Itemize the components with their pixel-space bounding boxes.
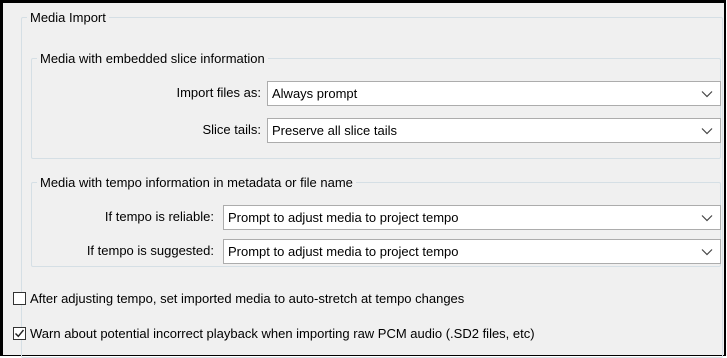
slice-tails-dropdown[interactable]: Preserve all slice tails [267, 118, 721, 143]
slice-info-title: Media with embedded slice information [40, 51, 265, 66]
media-import-title: Media Import [30, 10, 106, 25]
auto-stretch-label: After adjusting tempo, set imported medi… [30, 290, 465, 306]
auto-stretch-checkbox[interactable] [13, 291, 26, 305]
chevron-down-icon [700, 206, 714, 229]
if-tempo-suggested-value: Prompt to adjust media to project tempo [228, 244, 459, 259]
media-import-panel: Media Import Media with embedded slice i… [0, 0, 726, 358]
chevron-down-icon [700, 240, 714, 263]
if-tempo-suggested-label: If tempo is suggested: [86, 243, 214, 258]
warn-pcm-label: Warn about potential incorrect playback … [30, 325, 535, 341]
if-tempo-reliable-label: If tempo is reliable: [104, 209, 214, 224]
slice-tails-label: Slice tails: [202, 122, 261, 137]
slice-tails-value: Preserve all slice tails [272, 123, 397, 138]
if-tempo-suggested-dropdown[interactable]: Prompt to adjust media to project tempo [223, 239, 721, 264]
tempo-info-title: Media with tempo information in metadata… [40, 175, 353, 190]
chevron-down-icon [700, 119, 714, 142]
import-files-as-label: Import files as: [176, 85, 261, 100]
import-files-as-value: Always prompt [272, 86, 358, 101]
chevron-down-icon [700, 82, 714, 105]
warn-pcm-checkbox-row[interactable]: Warn about potential incorrect playback … [13, 324, 535, 342]
if-tempo-reliable-value: Prompt to adjust media to project tempo [228, 210, 459, 225]
auto-stretch-checkbox-row[interactable]: After adjusting tempo, set imported medi… [13, 289, 464, 307]
warn-pcm-checkbox[interactable] [13, 326, 26, 340]
checkmark-icon [15, 329, 25, 337]
import-files-as-dropdown[interactable]: Always prompt [267, 81, 721, 106]
if-tempo-reliable-dropdown[interactable]: Prompt to adjust media to project tempo [223, 205, 721, 230]
